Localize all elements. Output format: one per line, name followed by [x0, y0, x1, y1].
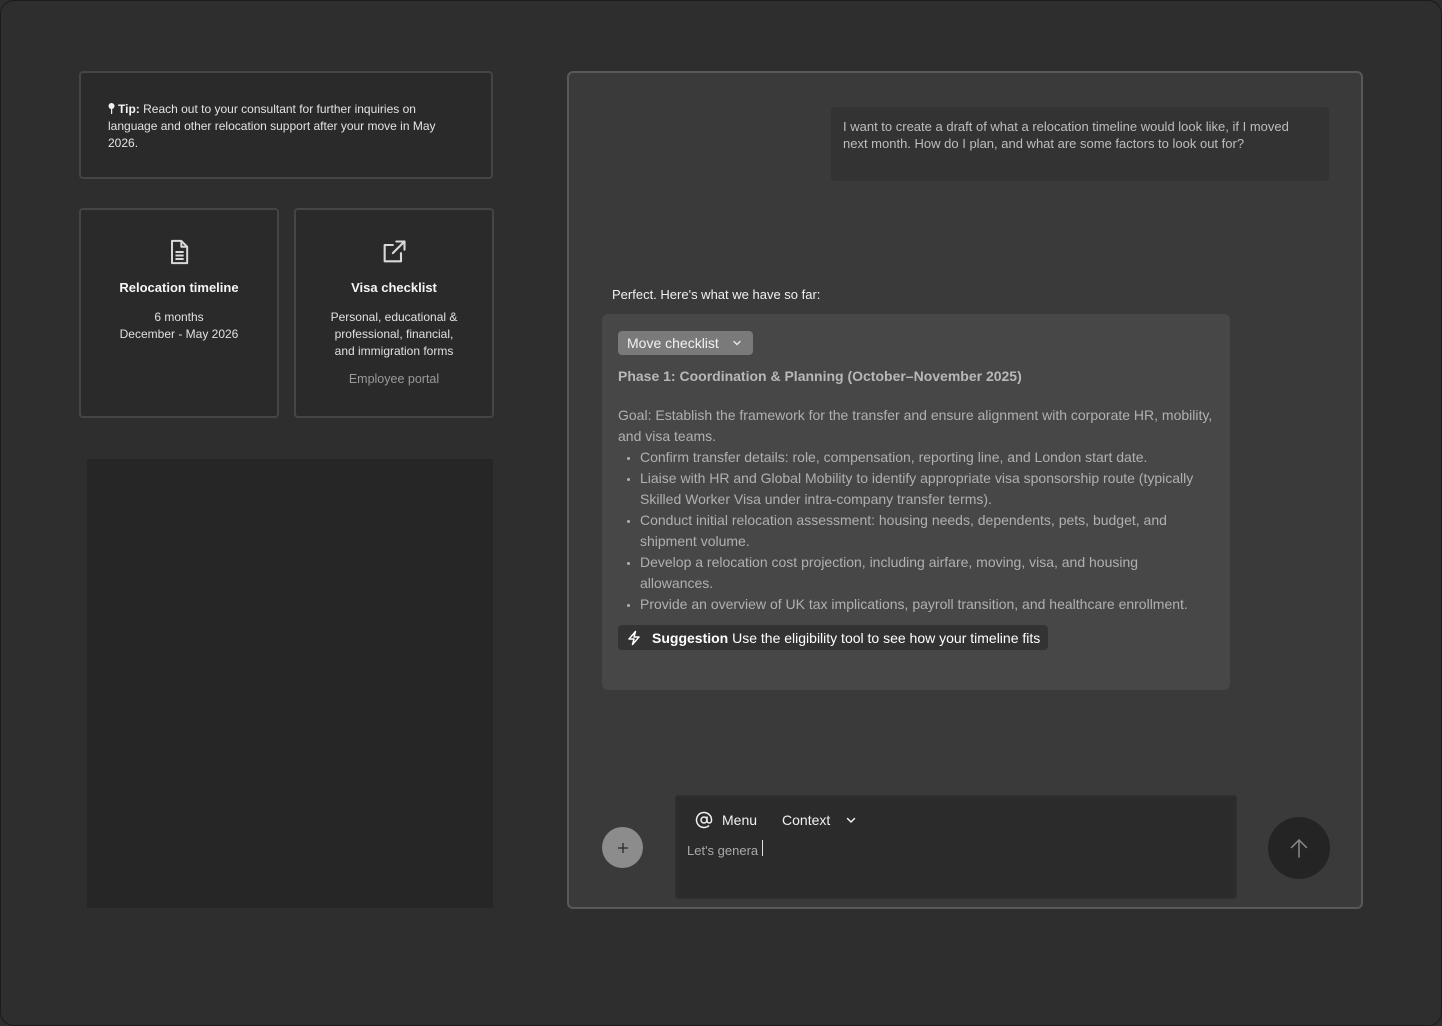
- composer-toolbar: Menu Context: [695, 811, 882, 829]
- checklist-items: Confirm transfer details: role, compensa…: [618, 447, 1214, 615]
- message-input[interactable]: [687, 840, 1207, 860]
- arrow-up-icon: [1290, 838, 1308, 858]
- card-line: December - May 2026: [119, 327, 239, 341]
- left-empty-panel: [87, 459, 493, 908]
- suggestion-body: Use the eligibility tool to see how your…: [728, 629, 1041, 646]
- plus-icon: [617, 842, 628, 853]
- tip-card: Tip: Reach out to your consultant for fu…: [79, 71, 493, 179]
- move-checklist-dropdown[interactable]: Move checklist: [618, 331, 753, 355]
- visa-checklist-card[interactable]: Visa checklist Personal, educational & p…: [294, 208, 494, 418]
- list-item: Provide an overview of UK tax implicatio…: [618, 594, 1214, 615]
- suggestion-text: Suggestion Use the eligibility tool to s…: [652, 630, 1040, 646]
- chevron-down-icon: [847, 817, 856, 824]
- context-label: Context: [782, 812, 831, 828]
- card-line: 6 months: [154, 310, 204, 324]
- menu-label: Menu: [722, 812, 758, 828]
- chat-panel: I want to create a draft of what a reloc…: [567, 71, 1363, 909]
- text-caret: [762, 840, 763, 856]
- card-line: professional, financial,: [334, 327, 454, 341]
- menu-button[interactable]: Menu: [695, 811, 757, 829]
- add-attachment-button[interactable]: [602, 827, 643, 868]
- card-title: Visa checklist: [351, 280, 437, 295]
- lightning-icon: [628, 630, 640, 645]
- send-button[interactable]: [1268, 817, 1330, 879]
- tip-label: Tip:: [118, 102, 140, 116]
- phase-title: Phase 1: Coordination & Planning (Octobe…: [618, 368, 1022, 384]
- card-line: and immigration forms: [334, 344, 454, 358]
- employee-portal-link[interactable]: Employee portal: [296, 372, 492, 386]
- external-link-icon: [383, 240, 406, 263]
- list-item: Conduct initial relocation assessment: h…: [618, 510, 1214, 552]
- card-title: Relocation timeline: [119, 280, 239, 295]
- at-sign-icon: [695, 811, 713, 829]
- app-frame: Tip: Reach out to your consultant for fu…: [0, 0, 1442, 1026]
- chevron-down-icon: [733, 340, 741, 346]
- message-composer: Menu Context: [675, 795, 1237, 899]
- goal-text: Goal: Establish the framework for the tr…: [618, 407, 1213, 444]
- assistant-response-card: Move checklist Phase 1: Coordination & P…: [602, 314, 1230, 690]
- card-line: Personal, educational &: [330, 310, 458, 324]
- suggestion-label: Suggestion: [652, 629, 729, 646]
- list-item: Liaise with HR and Global Mobility to id…: [618, 468, 1214, 510]
- card-subtitle: Personal, educational & professional, fi…: [308, 309, 480, 360]
- context-dropdown[interactable]: Context: [782, 812, 857, 828]
- card-subtitle: 6 months December - May 2026: [93, 309, 265, 343]
- dropdown-label: Move checklist: [627, 335, 719, 351]
- tip-text: Reach out to your consultant for further…: [108, 102, 436, 150]
- user-message: I want to create a draft of what a reloc…: [831, 107, 1329, 181]
- relocation-timeline-card[interactable]: Relocation timeline 6 months December - …: [79, 208, 279, 418]
- pin-icon: [108, 103, 115, 114]
- list-item: Develop a relocation cost projection, in…: [618, 552, 1214, 594]
- suggestion-chip[interactable]: Suggestion Use the eligibility tool to s…: [618, 625, 1049, 650]
- document-icon: [171, 239, 189, 265]
- assistant-intro: Perfect. Here's what we have so far:: [612, 287, 821, 302]
- list-item: Confirm transfer details: role, compensa…: [618, 447, 1214, 468]
